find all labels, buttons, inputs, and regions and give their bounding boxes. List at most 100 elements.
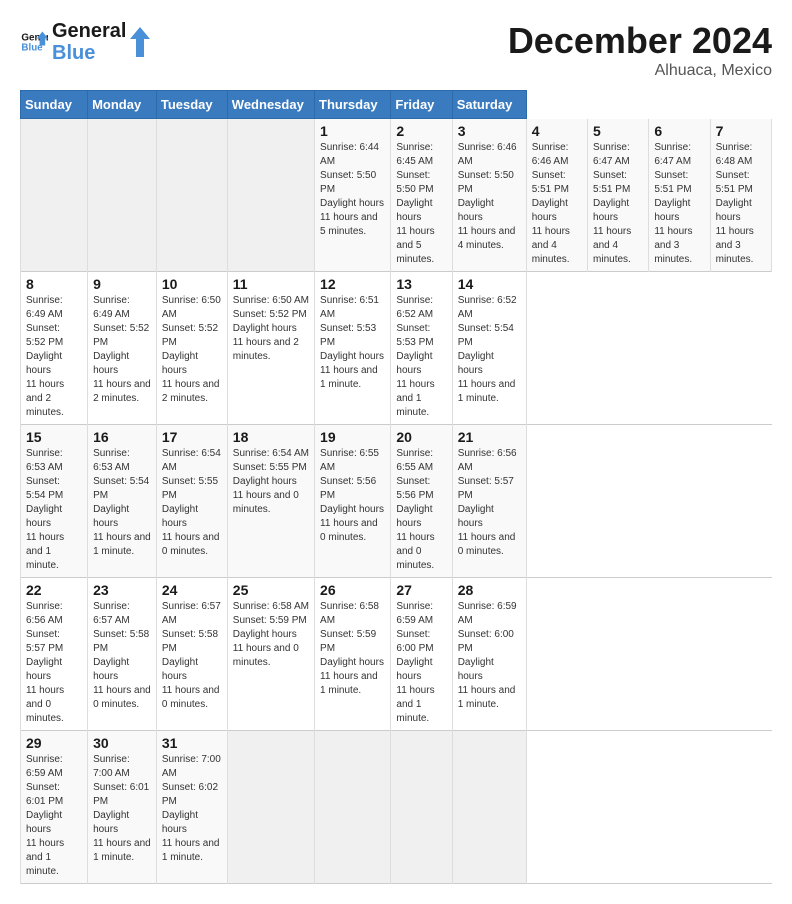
day-number: 12 [320, 276, 385, 292]
day-number: 11 [233, 276, 309, 292]
day-info: Sunrise: 6:55 AM Sunset: 5:56 PM Dayligh… [396, 447, 446, 573]
calendar-cell: 12 Sunrise: 6:51 AM Sunset: 5:53 PM Dayl… [315, 272, 391, 425]
calendar-header-row: SundayMondayTuesdayWednesdayThursdayFrid… [21, 91, 772, 119]
day-number: 21 [458, 429, 521, 445]
day-number: 5 [593, 123, 643, 139]
day-number: 14 [458, 276, 521, 292]
day-info: Sunrise: 6:59 AM Sunset: 6:00 PM Dayligh… [458, 600, 521, 712]
day-number: 9 [93, 276, 151, 292]
day-number: 27 [396, 582, 446, 598]
weekday-header-sunday: Sunday [21, 91, 88, 119]
calendar-cell [227, 731, 314, 884]
calendar-week-row: 22 Sunrise: 6:56 AM Sunset: 5:57 PM Dayl… [21, 578, 772, 731]
day-number: 22 [26, 582, 82, 598]
day-number: 3 [458, 123, 521, 139]
calendar-cell [21, 119, 88, 272]
calendar-cell: 8 Sunrise: 6:49 AM Sunset: 5:52 PM Dayli… [21, 272, 88, 425]
calendar-cell: 4 Sunrise: 6:46 AM Sunset: 5:51 PM Dayli… [526, 119, 587, 272]
day-info: Sunrise: 6:58 AM Sunset: 5:59 PM Dayligh… [320, 600, 385, 698]
calendar-week-row: 29 Sunrise: 6:59 AM Sunset: 6:01 PM Dayl… [21, 731, 772, 884]
calendar-cell: 11 Sunrise: 6:50 AM Sunset: 5:52 PM Dayl… [227, 272, 314, 425]
day-info: Sunrise: 6:57 AM Sunset: 5:58 PM Dayligh… [93, 600, 151, 712]
day-number: 25 [233, 582, 309, 598]
day-number: 4 [532, 123, 582, 139]
day-info: Sunrise: 6:56 AM Sunset: 5:57 PM Dayligh… [458, 447, 521, 559]
day-number: 30 [93, 735, 151, 751]
calendar-cell: 15 Sunrise: 6:53 AM Sunset: 5:54 PM Dayl… [21, 425, 88, 578]
calendar-week-row: 1 Sunrise: 6:44 AM Sunset: 5:50 PM Dayli… [21, 119, 772, 272]
title-area: December 2024 Alhuaca, Mexico [508, 20, 772, 80]
calendar-week-row: 15 Sunrise: 6:53 AM Sunset: 5:54 PM Dayl… [21, 425, 772, 578]
day-info: Sunrise: 6:50 AM Sunset: 5:52 PM Dayligh… [233, 294, 309, 364]
calendar-cell: 13 Sunrise: 6:52 AM Sunset: 5:53 PM Dayl… [391, 272, 452, 425]
calendar-cell: 27 Sunrise: 6:59 AM Sunset: 6:00 PM Dayl… [391, 578, 452, 731]
weekday-header-wednesday: Wednesday [227, 91, 314, 119]
calendar-cell [88, 119, 157, 272]
day-info: Sunrise: 6:50 AM Sunset: 5:52 PM Dayligh… [162, 294, 222, 406]
calendar-cell: 21 Sunrise: 6:56 AM Sunset: 5:57 PM Dayl… [452, 425, 526, 578]
calendar-cell: 20 Sunrise: 6:55 AM Sunset: 5:56 PM Dayl… [391, 425, 452, 578]
day-number: 10 [162, 276, 222, 292]
day-number: 18 [233, 429, 309, 445]
day-info: Sunrise: 6:48 AM Sunset: 5:51 PM Dayligh… [716, 141, 766, 267]
location: Alhuaca, Mexico [508, 62, 772, 80]
day-number: 1 [320, 123, 385, 139]
day-number: 13 [396, 276, 446, 292]
day-info: Sunrise: 6:58 AM Sunset: 5:59 PM Dayligh… [233, 600, 309, 670]
day-info: Sunrise: 6:53 AM Sunset: 5:54 PM Dayligh… [26, 447, 82, 573]
calendar-cell: 30 Sunrise: 7:00 AM Sunset: 6:01 PM Dayl… [88, 731, 157, 884]
day-number: 24 [162, 582, 222, 598]
day-info: Sunrise: 6:57 AM Sunset: 5:58 PM Dayligh… [162, 600, 222, 712]
weekday-header-monday: Monday [88, 91, 157, 119]
day-number: 17 [162, 429, 222, 445]
day-info: Sunrise: 7:00 AM Sunset: 6:02 PM Dayligh… [162, 753, 222, 865]
calendar-cell: 9 Sunrise: 6:49 AM Sunset: 5:52 PM Dayli… [88, 272, 157, 425]
calendar-cell: 25 Sunrise: 6:58 AM Sunset: 5:59 PM Dayl… [227, 578, 314, 731]
day-info: Sunrise: 6:54 AM Sunset: 5:55 PM Dayligh… [233, 447, 309, 517]
day-number: 23 [93, 582, 151, 598]
day-info: Sunrise: 6:45 AM Sunset: 5:50 PM Dayligh… [396, 141, 446, 267]
day-number: 20 [396, 429, 446, 445]
logo-line2: Blue [52, 42, 126, 64]
calendar-cell: 28 Sunrise: 6:59 AM Sunset: 6:00 PM Dayl… [452, 578, 526, 731]
day-info: Sunrise: 6:53 AM Sunset: 5:54 PM Dayligh… [93, 447, 151, 559]
calendar-cell: 2 Sunrise: 6:45 AM Sunset: 5:50 PM Dayli… [391, 119, 452, 272]
logo: General Blue General Blue [20, 20, 150, 64]
weekday-header-friday: Friday [391, 91, 452, 119]
weekday-header-saturday: Saturday [452, 91, 526, 119]
calendar-cell: 23 Sunrise: 6:57 AM Sunset: 5:58 PM Dayl… [88, 578, 157, 731]
day-info: Sunrise: 6:59 AM Sunset: 6:00 PM Dayligh… [396, 600, 446, 726]
day-info: Sunrise: 6:44 AM Sunset: 5:50 PM Dayligh… [320, 141, 385, 239]
day-number: 2 [396, 123, 446, 139]
calendar-cell: 16 Sunrise: 6:53 AM Sunset: 5:54 PM Dayl… [88, 425, 157, 578]
calendar-cell: 26 Sunrise: 6:58 AM Sunset: 5:59 PM Dayl… [315, 578, 391, 731]
calendar-cell: 31 Sunrise: 7:00 AM Sunset: 6:02 PM Dayl… [156, 731, 227, 884]
weekday-header-tuesday: Tuesday [156, 91, 227, 119]
calendar-table: SundayMondayTuesdayWednesdayThursdayFrid… [20, 90, 772, 884]
day-info: Sunrise: 6:46 AM Sunset: 5:50 PM Dayligh… [458, 141, 521, 253]
day-number: 28 [458, 582, 521, 598]
day-number: 7 [716, 123, 766, 139]
calendar-cell: 22 Sunrise: 6:56 AM Sunset: 5:57 PM Dayl… [21, 578, 88, 731]
day-info: Sunrise: 7:00 AM Sunset: 6:01 PM Dayligh… [93, 753, 151, 865]
day-info: Sunrise: 6:49 AM Sunset: 5:52 PM Dayligh… [26, 294, 82, 420]
day-info: Sunrise: 6:54 AM Sunset: 5:55 PM Dayligh… [162, 447, 222, 559]
day-info: Sunrise: 6:46 AM Sunset: 5:51 PM Dayligh… [532, 141, 582, 267]
calendar-cell [452, 731, 526, 884]
calendar-cell: 1 Sunrise: 6:44 AM Sunset: 5:50 PM Dayli… [315, 119, 391, 272]
calendar-cell [156, 119, 227, 272]
calendar-cell: 14 Sunrise: 6:52 AM Sunset: 5:54 PM Dayl… [452, 272, 526, 425]
calendar-cell: 3 Sunrise: 6:46 AM Sunset: 5:50 PM Dayli… [452, 119, 526, 272]
day-info: Sunrise: 6:51 AM Sunset: 5:53 PM Dayligh… [320, 294, 385, 392]
day-info: Sunrise: 6:52 AM Sunset: 5:54 PM Dayligh… [458, 294, 521, 406]
calendar-cell: 17 Sunrise: 6:54 AM Sunset: 5:55 PM Dayl… [156, 425, 227, 578]
header: General Blue General Blue December 2024 … [20, 20, 772, 80]
day-number: 6 [654, 123, 704, 139]
calendar-cell [227, 119, 314, 272]
calendar-cell: 29 Sunrise: 6:59 AM Sunset: 6:01 PM Dayl… [21, 731, 88, 884]
calendar-cell [391, 731, 452, 884]
day-number: 8 [26, 276, 82, 292]
calendar-cell: 18 Sunrise: 6:54 AM Sunset: 5:55 PM Dayl… [227, 425, 314, 578]
calendar-cell: 24 Sunrise: 6:57 AM Sunset: 5:58 PM Dayl… [156, 578, 227, 731]
day-info: Sunrise: 6:55 AM Sunset: 5:56 PM Dayligh… [320, 447, 385, 545]
